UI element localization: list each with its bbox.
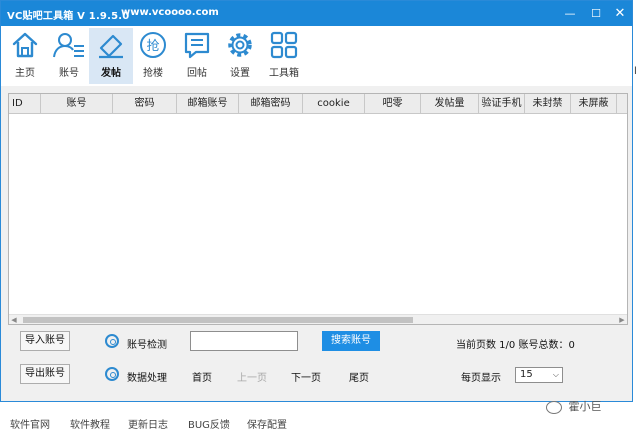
- column-header[interactable]: 验证手机: [479, 94, 525, 114]
- brand-watermark: 霍小巨: [546, 398, 602, 416]
- tab-home[interactable]: 主页: [3, 28, 47, 84]
- search-input[interactable]: [190, 331, 298, 351]
- column-header[interactable]: 密码: [113, 94, 177, 114]
- reply-doc-icon: [184, 32, 210, 59]
- footer-link-save-config[interactable]: 保存配置: [247, 416, 287, 431]
- minimize-button[interactable]: —: [557, 1, 583, 26]
- user-list-icon: [53, 33, 84, 58]
- column-header[interactable]: cookie: [303, 94, 365, 114]
- tab-toolbox[interactable]: 工具箱: [262, 28, 306, 84]
- column-header[interactable]: 发帖量: [421, 94, 479, 114]
- footer-link-website[interactable]: 软件官网: [10, 416, 50, 431]
- tab-label: 设置: [230, 68, 250, 79]
- import-accounts-button[interactable]: 导入账号: [20, 331, 70, 351]
- app-window: VC贴吧工具箱 V 1.9.5.0 www.vcoooo.com — ☐ ✕ 主…: [0, 0, 633, 402]
- search-icon: [105, 367, 119, 381]
- tab-label: 发帖: [101, 68, 121, 79]
- tab-reply[interactable]: 回帖: [175, 28, 219, 84]
- account-check-label[interactable]: 账号检测: [127, 336, 167, 351]
- tab-accounts[interactable]: 账号: [47, 28, 91, 84]
- gear-icon: [228, 33, 252, 57]
- table-header: ID 账号 密码 邮箱账号 邮箱密码 cookie 吧零 发帖量 验证手机 未封…: [9, 94, 627, 114]
- last-page-link[interactable]: 尾页: [349, 369, 369, 384]
- data-process-label[interactable]: 数据处理: [127, 369, 167, 384]
- column-header[interactable]: ID: [9, 94, 41, 114]
- chevron-down-icon: ⌵: [552, 370, 559, 379]
- column-header[interactable]: 邮箱账号: [177, 94, 239, 114]
- page-info: 当前页数 1/0 账号总数：0: [456, 340, 575, 351]
- column-header[interactable]: 邮箱密码: [239, 94, 303, 114]
- tab-label: 账号: [59, 68, 79, 79]
- footer-link-bug-report[interactable]: BUG反馈: [188, 416, 230, 431]
- home-icon: [12, 32, 38, 58]
- chat-bubble-icon: [546, 400, 562, 414]
- horizontal-scrollbar[interactable]: ◀ ▶: [9, 314, 627, 324]
- column-header[interactable]: 吧零: [365, 94, 421, 114]
- pen-edit-icon: [99, 34, 123, 59]
- tab-label: 主页: [15, 68, 35, 79]
- export-accounts-button[interactable]: 导出账号: [20, 364, 70, 384]
- footer-link-changelog[interactable]: 更新日志: [128, 416, 168, 431]
- scroll-left-icon[interactable]: ◀: [9, 315, 19, 324]
- website-url: www.vcoooo.com: [121, 7, 219, 18]
- column-header[interactable]: 未屏蔽: [571, 94, 617, 114]
- tab-label: 工具箱: [269, 68, 299, 79]
- maximize-button[interactable]: ☐: [583, 1, 609, 26]
- per-page-value: 15: [520, 369, 533, 380]
- per-page-select[interactable]: 15 ⌵: [515, 367, 563, 383]
- title-bar[interactable]: VC贴吧工具箱 V 1.9.5.0 www.vcoooo.com — ☐ ✕: [1, 1, 632, 26]
- next-page-link[interactable]: 下一页: [291, 369, 321, 384]
- search-icon: [105, 334, 119, 348]
- account-table[interactable]: ID 账号 密码 邮箱账号 邮箱密码 cookie 吧零 发帖量 验证手机 未封…: [8, 93, 628, 325]
- window-title: VC贴吧工具箱 V 1.9.5.0: [7, 11, 130, 22]
- scroll-right-icon[interactable]: ▶: [617, 315, 627, 324]
- column-header[interactable]: 未封禁: [525, 94, 571, 114]
- footer-link-tutorial[interactable]: 软件教程: [70, 416, 110, 431]
- edge-mark: l: [634, 66, 637, 77]
- column-header[interactable]: 账号: [41, 94, 113, 114]
- grid-apps-icon: [270, 31, 298, 59]
- tab-post[interactable]: 发帖: [89, 28, 133, 84]
- brand-name: 霍小巨: [568, 400, 602, 413]
- tab-settings[interactable]: 设置: [218, 28, 262, 84]
- tab-label: 回帖: [187, 68, 207, 79]
- grab-glyph: 抢: [146, 38, 159, 54]
- close-button[interactable]: ✕: [607, 1, 633, 26]
- search-accounts-button[interactable]: 搜索账号: [322, 331, 380, 351]
- per-page-label: 每页显示: [461, 373, 501, 384]
- main-toolbar: 主页 账号 发帖 抢 抢楼 回帖 设置 工具箱: [1, 26, 632, 86]
- tab-label: 抢楼: [143, 68, 163, 79]
- grab-circle-icon: 抢: [140, 32, 166, 58]
- first-page-link[interactable]: 首页: [192, 369, 212, 384]
- tab-grab-floor[interactable]: 抢 抢楼: [131, 28, 175, 84]
- prev-page-link[interactable]: 上一页: [237, 369, 267, 384]
- scrollbar-thumb[interactable]: [23, 317, 413, 323]
